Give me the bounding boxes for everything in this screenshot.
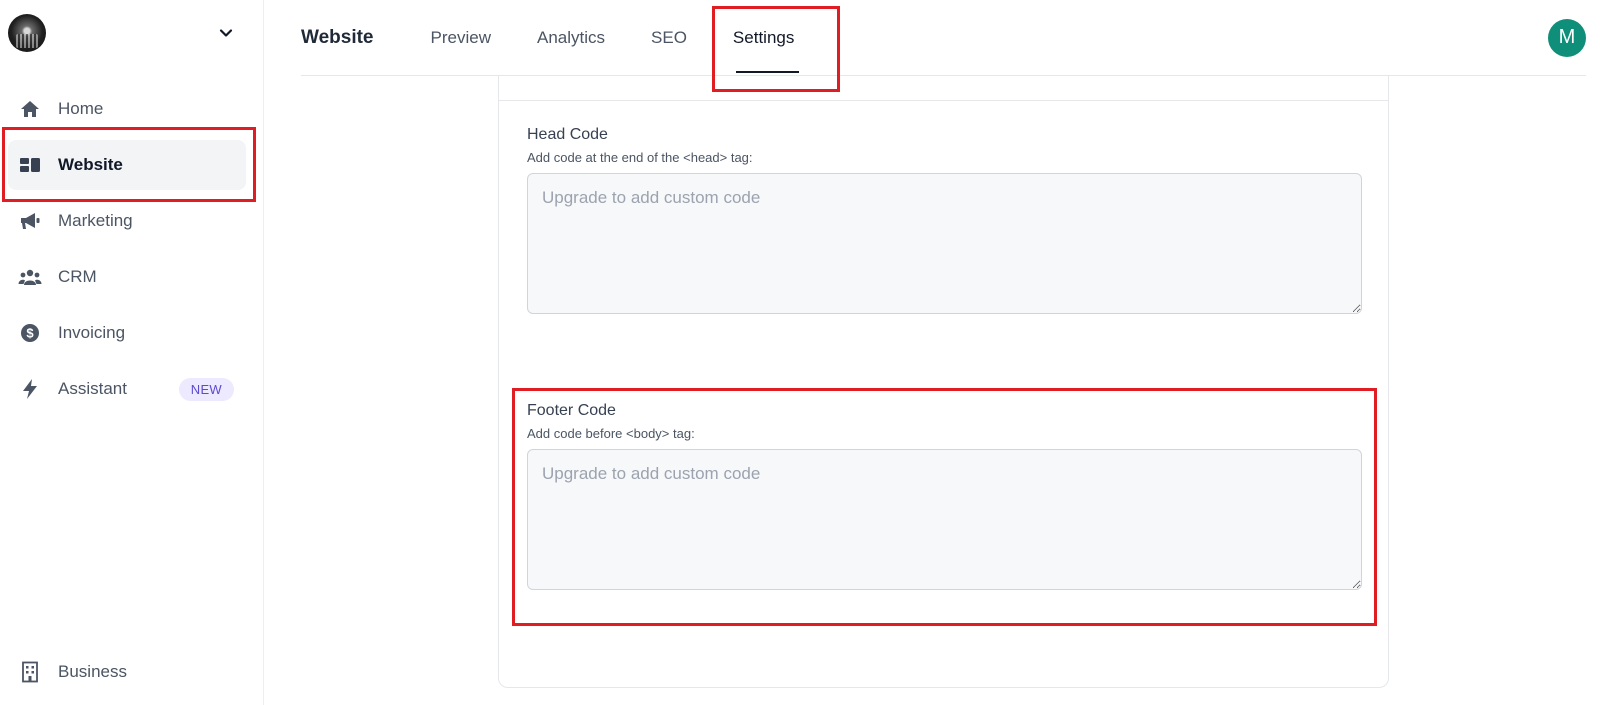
sidebar-item-label: CRM [58, 267, 97, 286]
sidebar-item-label: Website [58, 155, 123, 174]
blank-button[interactable] [1488, 13, 1536, 62]
head-code-input[interactable] [527, 173, 1362, 314]
building-icon [18, 660, 42, 684]
website-icon [18, 153, 42, 177]
header-actions: M [1488, 13, 1586, 62]
settings-card: Head Code Add code at the end of the <he… [498, 76, 1389, 688]
tab-bar: Preview Analytics SEO Settings [408, 0, 818, 75]
workspace-logo [8, 14, 46, 52]
footer-code-label: Footer Code [527, 402, 616, 419]
home-icon [18, 97, 42, 121]
sidebar-item-website[interactable]: Website [8, 140, 246, 190]
sidebar-item-label: Invoicing [58, 323, 126, 342]
dollar-icon: $ [18, 321, 42, 345]
head-code-field: Head Code Add code at the end of the <he… [527, 126, 1362, 319]
chevron-down-icon[interactable] [216, 23, 236, 43]
footer-code-field: Footer Code Add code before <body> tag: [527, 402, 1362, 595]
divider [499, 100, 1388, 101]
user-avatar[interactable]: M [1548, 18, 1586, 57]
footer-code-input[interactable] [527, 449, 1362, 590]
sidebar-item-label: Business [58, 662, 127, 681]
top-header: Website Preview Analytics SEO Settings M [301, 0, 1586, 76]
page-title: Website [301, 26, 374, 48]
new-badge: NEW [178, 377, 234, 401]
sidebar-item-label: Home [58, 99, 104, 118]
footer-code-help: Add code before <body> tag: [527, 426, 695, 441]
sidebar-item-invoicing[interactable]: $ Invoicing [8, 308, 246, 358]
head-code-label: Head Code [527, 126, 608, 143]
head-code-help: Add code at the end of the <head> tag: [527, 150, 753, 165]
sidebar-item-label: Assistant [58, 379, 127, 398]
tab-seo[interactable]: SEO [628, 0, 710, 75]
people-icon [18, 265, 42, 289]
sidebar-item-business[interactable]: Business [18, 660, 127, 684]
sidebar-item-crm[interactable]: CRM [8, 252, 246, 302]
svg-text:$: $ [26, 326, 34, 341]
sidebar-nav: Home Website Marketing CRM $ Invoicing A… [8, 84, 246, 420]
tab-preview[interactable]: Preview [408, 0, 514, 75]
sidebar-item-marketing[interactable]: Marketing [8, 196, 246, 246]
sidebar-item-home[interactable]: Home [8, 84, 246, 134]
sidebar: Home Website Marketing CRM $ Invoicing A… [0, 0, 264, 705]
tab-settings[interactable]: Settings [710, 0, 817, 75]
tab-analytics[interactable]: Analytics [514, 0, 628, 75]
workspace-switcher[interactable] [8, 14, 248, 52]
sidebar-item-label: Marketing [58, 211, 133, 230]
bolt-icon [18, 377, 42, 401]
sidebar-item-assistant[interactable]: Assistant NEW [8, 364, 246, 414]
megaphone-icon [18, 209, 42, 233]
